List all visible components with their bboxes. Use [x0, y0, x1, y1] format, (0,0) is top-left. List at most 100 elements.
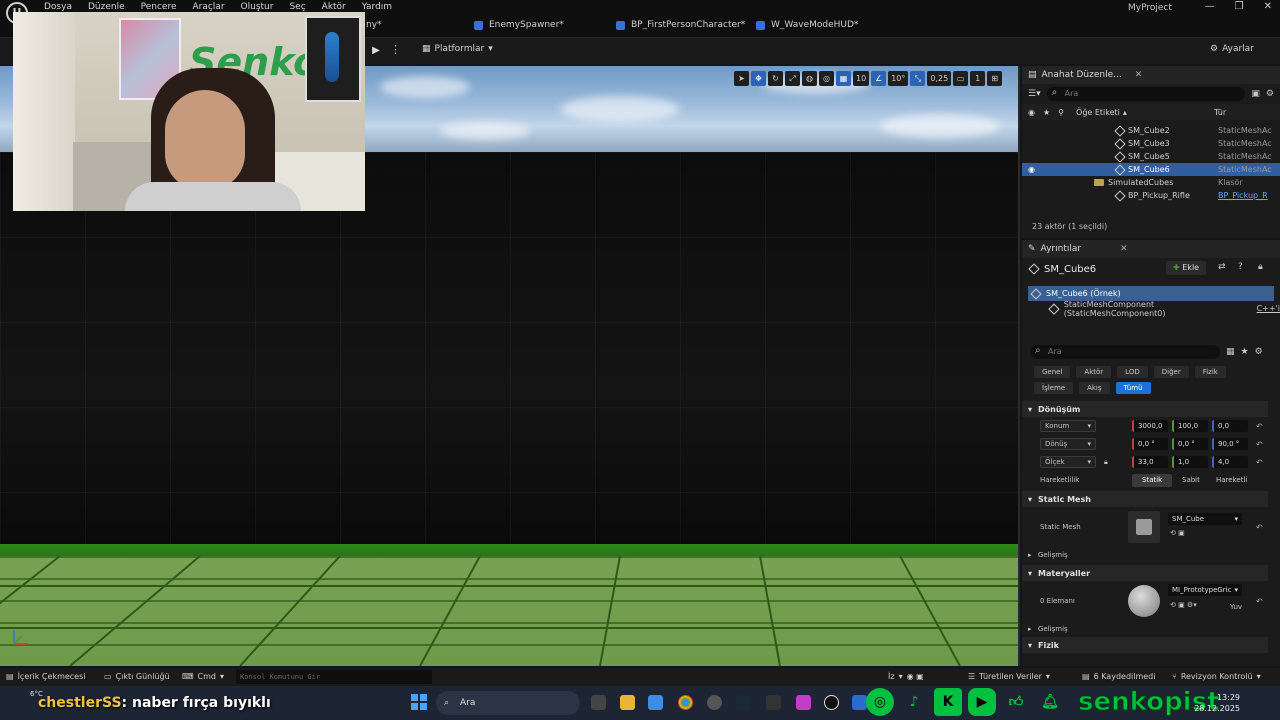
obs-icon[interactable]	[707, 695, 722, 710]
menu-file[interactable]: Dosya	[36, 2, 80, 12]
grid-snap-value[interactable]: 10	[853, 71, 870, 86]
cpp-link[interactable]: C++'i	[1257, 304, 1280, 313]
maximize-viewport-icon[interactable]: ⊞	[987, 71, 1003, 86]
cmd-dropdown[interactable]: ⌨ Cmd ▾	[182, 672, 224, 681]
camera-speed-icon[interactable]: ▭	[953, 71, 969, 86]
scale-z[interactable]: 4,0	[1212, 456, 1248, 468]
task-view-icon[interactable]	[591, 695, 606, 710]
filter-icon[interactable]: ☰▾	[1028, 89, 1041, 99]
column-type[interactable]: Tür	[1214, 108, 1226, 117]
windows-start-icon[interactable]	[411, 694, 427, 710]
browse-icon[interactable]: ⟲ ▣	[1170, 529, 1185, 537]
outliner-row[interactable]: ◉ SM_Cube6 StaticMeshAc	[1022, 163, 1280, 176]
transform-header[interactable]: ▾ Dönüşüm	[1022, 401, 1268, 417]
chrome-icon[interactable]	[678, 695, 693, 710]
maximize-button[interactable]: ❐	[1235, 1, 1244, 12]
details-tab[interactable]: ✎ Ayrıntılar ✕	[1022, 240, 1280, 258]
rotation-z[interactable]: 90,0 °	[1212, 438, 1248, 450]
advanced-row[interactable]: ▸ Gelişmiş	[1022, 621, 1268, 637]
filter-button[interactable]: Diğer	[1153, 366, 1189, 378]
close-icon[interactable]: ✕	[1135, 70, 1143, 80]
grid-snap-button[interactable]: ▦	[836, 71, 851, 86]
rotation-snap-value[interactable]: 10°	[888, 71, 909, 86]
material-sphere-thumbnail[interactable]	[1128, 585, 1160, 617]
reset-arrow-icon[interactable]: ↶	[1256, 597, 1263, 606]
taskbar-search[interactable]: ⌕ Ara	[436, 691, 580, 715]
play-button[interactable]: ▶	[368, 43, 384, 59]
menu-window[interactable]: Pencere	[133, 2, 185, 12]
steam-icon[interactable]	[736, 695, 751, 710]
tab-wave-mode-hud[interactable]: W_WaveModeHUD*	[756, 20, 858, 30]
settings-icon[interactable]: ⚙	[1255, 347, 1263, 357]
filter-button[interactable]: LOD	[1117, 366, 1148, 378]
component-row[interactable]: StaticMeshComponent (StaticMeshComponent…	[1022, 300, 1280, 318]
output-log-button[interactable]: ▭ Çıktı Günlüğü	[104, 672, 170, 681]
physics-header[interactable]: ▾ Fizik	[1022, 637, 1268, 653]
outliner-row[interactable]: SM_Cube2 StaticMeshAc	[1022, 124, 1280, 137]
reset-arrow-icon[interactable]: ↶	[1256, 440, 1263, 449]
rotation-y[interactable]: 0,0 °	[1172, 438, 1208, 450]
close-icon[interactable]: ✕	[1120, 244, 1128, 254]
lock-icon[interactable]: 🔒︎	[1258, 262, 1263, 272]
outliner-row[interactable]: SM_Cube3 StaticMeshAc	[1022, 137, 1280, 150]
reset-arrow-icon[interactable]: ↶	[1256, 523, 1263, 532]
settings-button[interactable]: ⚙ Ayarlar	[1210, 44, 1254, 54]
content-drawer-button[interactable]: ▤ İçerik Çekmecesi	[6, 672, 86, 681]
outliner-row[interactable]: SimulatedCubes Klasör	[1022, 176, 1280, 189]
scale-snap-icon[interactable]: ⤡	[910, 71, 926, 86]
trace-button[interactable]: İz ▾ ◉ ▣	[888, 672, 924, 681]
location-dropdown[interactable]: Konum ▾	[1040, 420, 1096, 432]
filter-button[interactable]: Fizik	[1194, 366, 1226, 378]
platforms-button[interactable]: ▦ Platformlar ▾	[422, 44, 493, 54]
mobility-stationary[interactable]: Sabit	[1172, 474, 1210, 487]
add-folder-icon[interactable]: ▣	[1251, 89, 1260, 99]
add-component-button[interactable]: ✚ Ekle	[1166, 261, 1207, 275]
cube-thumbnail[interactable]	[1128, 511, 1160, 543]
outliner-tab[interactable]: ▤ Anahat Düzenle... ✕	[1022, 66, 1280, 84]
file-explorer-icon[interactable]	[620, 695, 635, 710]
rotation-snap-icon[interactable]: ∠	[871, 71, 887, 86]
browse-icon[interactable]: ⟲ ▣ ⚙▾	[1170, 601, 1197, 609]
material-dropdown[interactable]: MI_PrototypeGric ▾	[1168, 584, 1242, 596]
menu-build[interactable]: Oluştur	[233, 2, 282, 12]
taskbar-clock[interactable]: 13:29 28.12.2025	[1194, 692, 1240, 714]
rotation-dropdown[interactable]: Dönüş ▾	[1040, 438, 1096, 450]
favorite-star-icon[interactable]: ★	[1241, 347, 1249, 357]
visibility-eye-icon[interactable]: ◉	[1028, 165, 1035, 174]
mobility-movable[interactable]: Hareketli	[1206, 474, 1257, 487]
lock-ratio-icon[interactable]: 🔒︎	[1104, 458, 1108, 467]
pin-icon[interactable]: ⚲	[1058, 108, 1064, 117]
help-icon[interactable]: ?	[1238, 262, 1243, 272]
settings-icon[interactable]: ⚙	[1266, 89, 1274, 99]
tab-level[interactable]: ny*	[366, 20, 382, 30]
scale-dropdown[interactable]: Ölçek ▾	[1040, 456, 1096, 468]
visual-studio-icon[interactable]	[852, 695, 867, 710]
filter-button[interactable]: Genel	[1034, 366, 1071, 378]
tab-bp-first-person-character[interactable]: BP_FirstPersonCharacter*	[616, 20, 745, 30]
location-z[interactable]: 0,0	[1212, 420, 1248, 432]
static-mesh-dropdown[interactable]: SM_Cube ▾	[1168, 513, 1242, 525]
menu-help[interactable]: Yardım	[354, 2, 400, 12]
rotate-icon[interactable]: ↻	[768, 71, 783, 86]
outliner-row[interactable]: SM_Cube5 StaticMeshAc	[1022, 150, 1280, 163]
menu-actor[interactable]: Aktör	[314, 2, 354, 12]
surface-snap-icon[interactable]: ◎	[819, 71, 834, 86]
unsaved-button[interactable]: ▤ 6 Kaydedilmedi	[1082, 672, 1155, 681]
static-mesh-header[interactable]: ▾ Static Mesh	[1022, 491, 1268, 507]
reset-arrow-icon[interactable]: ↶	[1256, 458, 1263, 467]
blueprint-convert-icon[interactable]: ⇄	[1218, 262, 1226, 272]
scale-snap-value[interactable]: 0,25	[927, 71, 952, 86]
derived-data-button[interactable]: ☰ Türetilen Veriler ▾	[968, 672, 1050, 681]
advanced-row[interactable]: ▸ Gelişmiş	[1022, 547, 1268, 563]
tab-enemy-spawner[interactable]: EnemySpawner*	[474, 20, 564, 30]
unreal-engine-icon[interactable]	[824, 695, 839, 710]
translate-icon[interactable]: ✥	[751, 71, 766, 86]
star-icon[interactable]: ★	[1043, 108, 1050, 117]
menu-edit[interactable]: Düzenle	[80, 2, 133, 12]
menu-tools[interactable]: Araçlar	[184, 2, 232, 12]
menu-select[interactable]: Seç	[281, 2, 313, 12]
rotation-x[interactable]: 0,0 °	[1132, 438, 1168, 450]
world-space-icon[interactable]: ◍	[802, 71, 817, 86]
close-window-button[interactable]: ✕	[1264, 1, 1272, 12]
app-icon[interactable]	[796, 695, 811, 710]
